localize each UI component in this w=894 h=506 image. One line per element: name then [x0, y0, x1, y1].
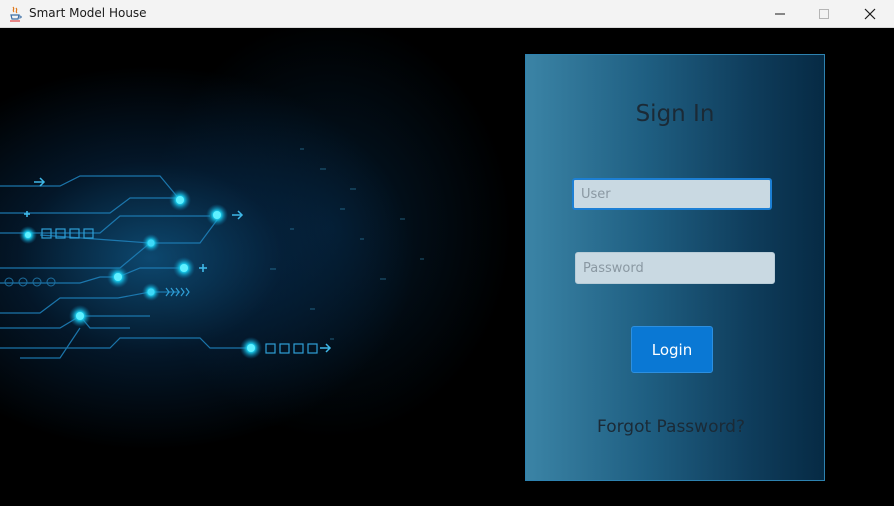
minimize-button[interactable] — [757, 0, 803, 28]
page-title: Sign In — [635, 101, 715, 127]
password-input[interactable] — [575, 252, 775, 284]
login-window-content: Sign In Login Forgot Password? — [0, 28, 894, 506]
maximize-button[interactable] — [801, 0, 847, 28]
login-panel: Sign In Login Forgot Password? — [525, 54, 825, 481]
close-button[interactable] — [847, 0, 893, 28]
java-cup-icon — [10, 6, 22, 22]
login-button[interactable]: Login — [631, 326, 713, 373]
minimize-icon — [775, 13, 785, 15]
title-bar: Smart Model House — [0, 0, 894, 28]
close-icon — [864, 8, 876, 20]
maximize-icon — [819, 9, 829, 19]
forgot-password-link[interactable]: Forgot Password? — [526, 417, 816, 437]
circuit-board-background — [0, 148, 424, 359]
user-input[interactable] — [572, 178, 772, 210]
window-title: Smart Model House — [29, 6, 147, 20]
